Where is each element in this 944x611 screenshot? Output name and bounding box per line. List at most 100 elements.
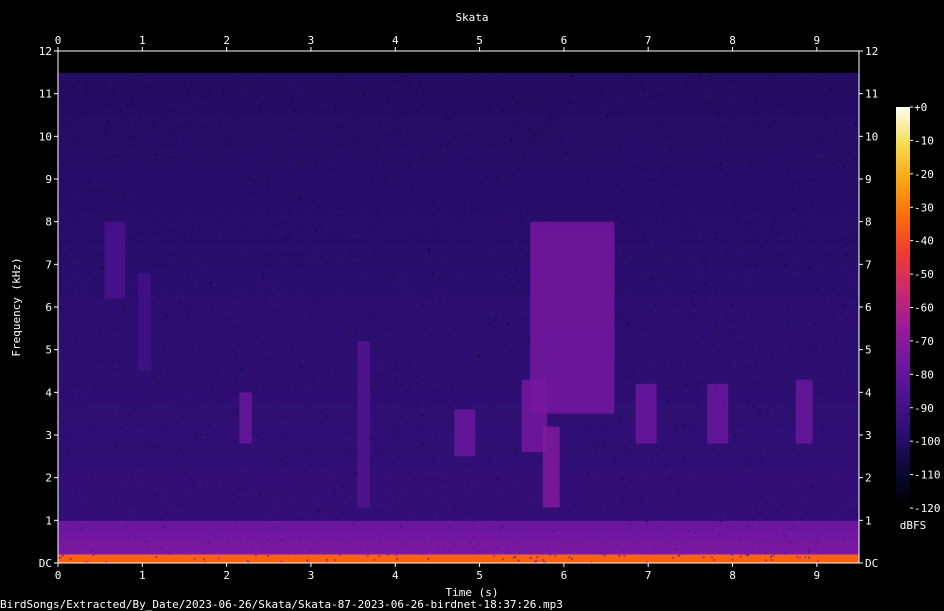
noise-speck bbox=[637, 517, 640, 520]
call-region bbox=[530, 221, 615, 414]
noise-speck bbox=[185, 106, 188, 109]
noise-speck bbox=[366, 526, 369, 529]
noise-speck bbox=[509, 208, 512, 211]
noise-speck bbox=[622, 319, 625, 322]
noise-speck bbox=[448, 197, 451, 200]
noise-speck bbox=[843, 165, 846, 168]
plot-area bbox=[58, 51, 859, 563]
noise-speck bbox=[833, 311, 836, 314]
noise-speck bbox=[445, 364, 448, 367]
noise-speck bbox=[759, 229, 762, 232]
noise-speck bbox=[237, 115, 240, 118]
noise-speck bbox=[415, 375, 418, 378]
noise-speck bbox=[155, 339, 158, 342]
noise-speck bbox=[780, 175, 783, 178]
noise-speck bbox=[480, 233, 483, 236]
noise-speck bbox=[387, 553, 390, 556]
noise-speck bbox=[478, 242, 481, 245]
noise-speck bbox=[210, 99, 213, 102]
noise-speck bbox=[810, 489, 813, 492]
noise-speck bbox=[60, 233, 63, 236]
noise-speck bbox=[171, 461, 174, 464]
noise-speck bbox=[649, 175, 652, 178]
noise-speck bbox=[97, 328, 100, 331]
noise-speck bbox=[229, 219, 232, 222]
noise-speck bbox=[608, 136, 611, 139]
noise-speck bbox=[321, 444, 324, 447]
noise-speck bbox=[772, 389, 775, 392]
noise-speck bbox=[521, 355, 524, 358]
noise-speck bbox=[515, 326, 518, 329]
call-region bbox=[357, 341, 370, 508]
noise-speck bbox=[405, 166, 408, 169]
noise-speck bbox=[253, 359, 256, 362]
noise-speck bbox=[321, 504, 324, 507]
noise-speck bbox=[494, 119, 497, 122]
noise-speck bbox=[543, 560, 546, 563]
noise-speck bbox=[772, 554, 775, 557]
noise-speck bbox=[168, 166, 171, 169]
noise-speck bbox=[81, 420, 84, 423]
noise-speck bbox=[420, 307, 423, 310]
noise-speck bbox=[140, 494, 143, 497]
noise-speck bbox=[619, 210, 622, 213]
noise-speck bbox=[363, 310, 366, 313]
noise-speck bbox=[223, 182, 226, 185]
noise-speck bbox=[433, 389, 436, 392]
noise-speck bbox=[207, 145, 210, 148]
noise-speck bbox=[364, 194, 367, 197]
noise-speck bbox=[682, 343, 685, 346]
noise-speck bbox=[842, 469, 845, 472]
noise-speck bbox=[664, 184, 667, 187]
noise-speck bbox=[441, 351, 444, 354]
noise-speck bbox=[649, 379, 652, 382]
noise-speck bbox=[338, 145, 341, 148]
noise-speck bbox=[480, 410, 483, 413]
noise-speck bbox=[815, 370, 818, 373]
noise-speck bbox=[478, 517, 481, 520]
noise-speck bbox=[210, 282, 213, 285]
noise-speck bbox=[81, 491, 84, 494]
noise-speck bbox=[203, 558, 206, 561]
noise-speck bbox=[222, 221, 225, 224]
noise-speck bbox=[213, 431, 216, 434]
noise-speck bbox=[652, 154, 655, 157]
noise-speck bbox=[780, 334, 783, 337]
noise-speck bbox=[294, 128, 297, 131]
noise-speck bbox=[62, 388, 65, 391]
noise-speck bbox=[257, 491, 260, 494]
noise-speck bbox=[619, 437, 622, 440]
noise-speck bbox=[76, 245, 79, 248]
noise-speck bbox=[87, 91, 90, 94]
noise-speck bbox=[773, 216, 776, 219]
noise-band bbox=[58, 93, 859, 105]
noise-speck bbox=[132, 523, 135, 526]
noise-speck bbox=[198, 228, 201, 231]
noise-speck bbox=[71, 289, 74, 292]
noise-speck bbox=[189, 123, 192, 126]
noise-speck bbox=[217, 557, 220, 560]
x-tick-label-bottom: 3 bbox=[308, 569, 315, 582]
noise-speck bbox=[647, 237, 650, 240]
noise-speck bbox=[662, 518, 665, 521]
call-region bbox=[635, 383, 657, 444]
noise-speck bbox=[170, 76, 173, 79]
noise-speck bbox=[312, 456, 315, 459]
noise-speck bbox=[275, 501, 278, 504]
noise-speck bbox=[405, 121, 408, 124]
noise-speck bbox=[733, 103, 736, 106]
noise-speck bbox=[804, 555, 807, 558]
noise-speck bbox=[419, 406, 422, 409]
noise-speck bbox=[410, 411, 413, 414]
noise-speck bbox=[550, 546, 553, 549]
noise-speck bbox=[755, 408, 758, 411]
noise-speck bbox=[698, 102, 701, 105]
noise-speck bbox=[73, 157, 76, 160]
noise-speck bbox=[377, 331, 380, 334]
noise-speck bbox=[657, 516, 660, 519]
noise-speck bbox=[790, 365, 793, 368]
noise-speck bbox=[411, 182, 414, 185]
noise-speck bbox=[766, 355, 769, 358]
noise-speck bbox=[359, 533, 362, 536]
noise-speck bbox=[145, 382, 148, 385]
